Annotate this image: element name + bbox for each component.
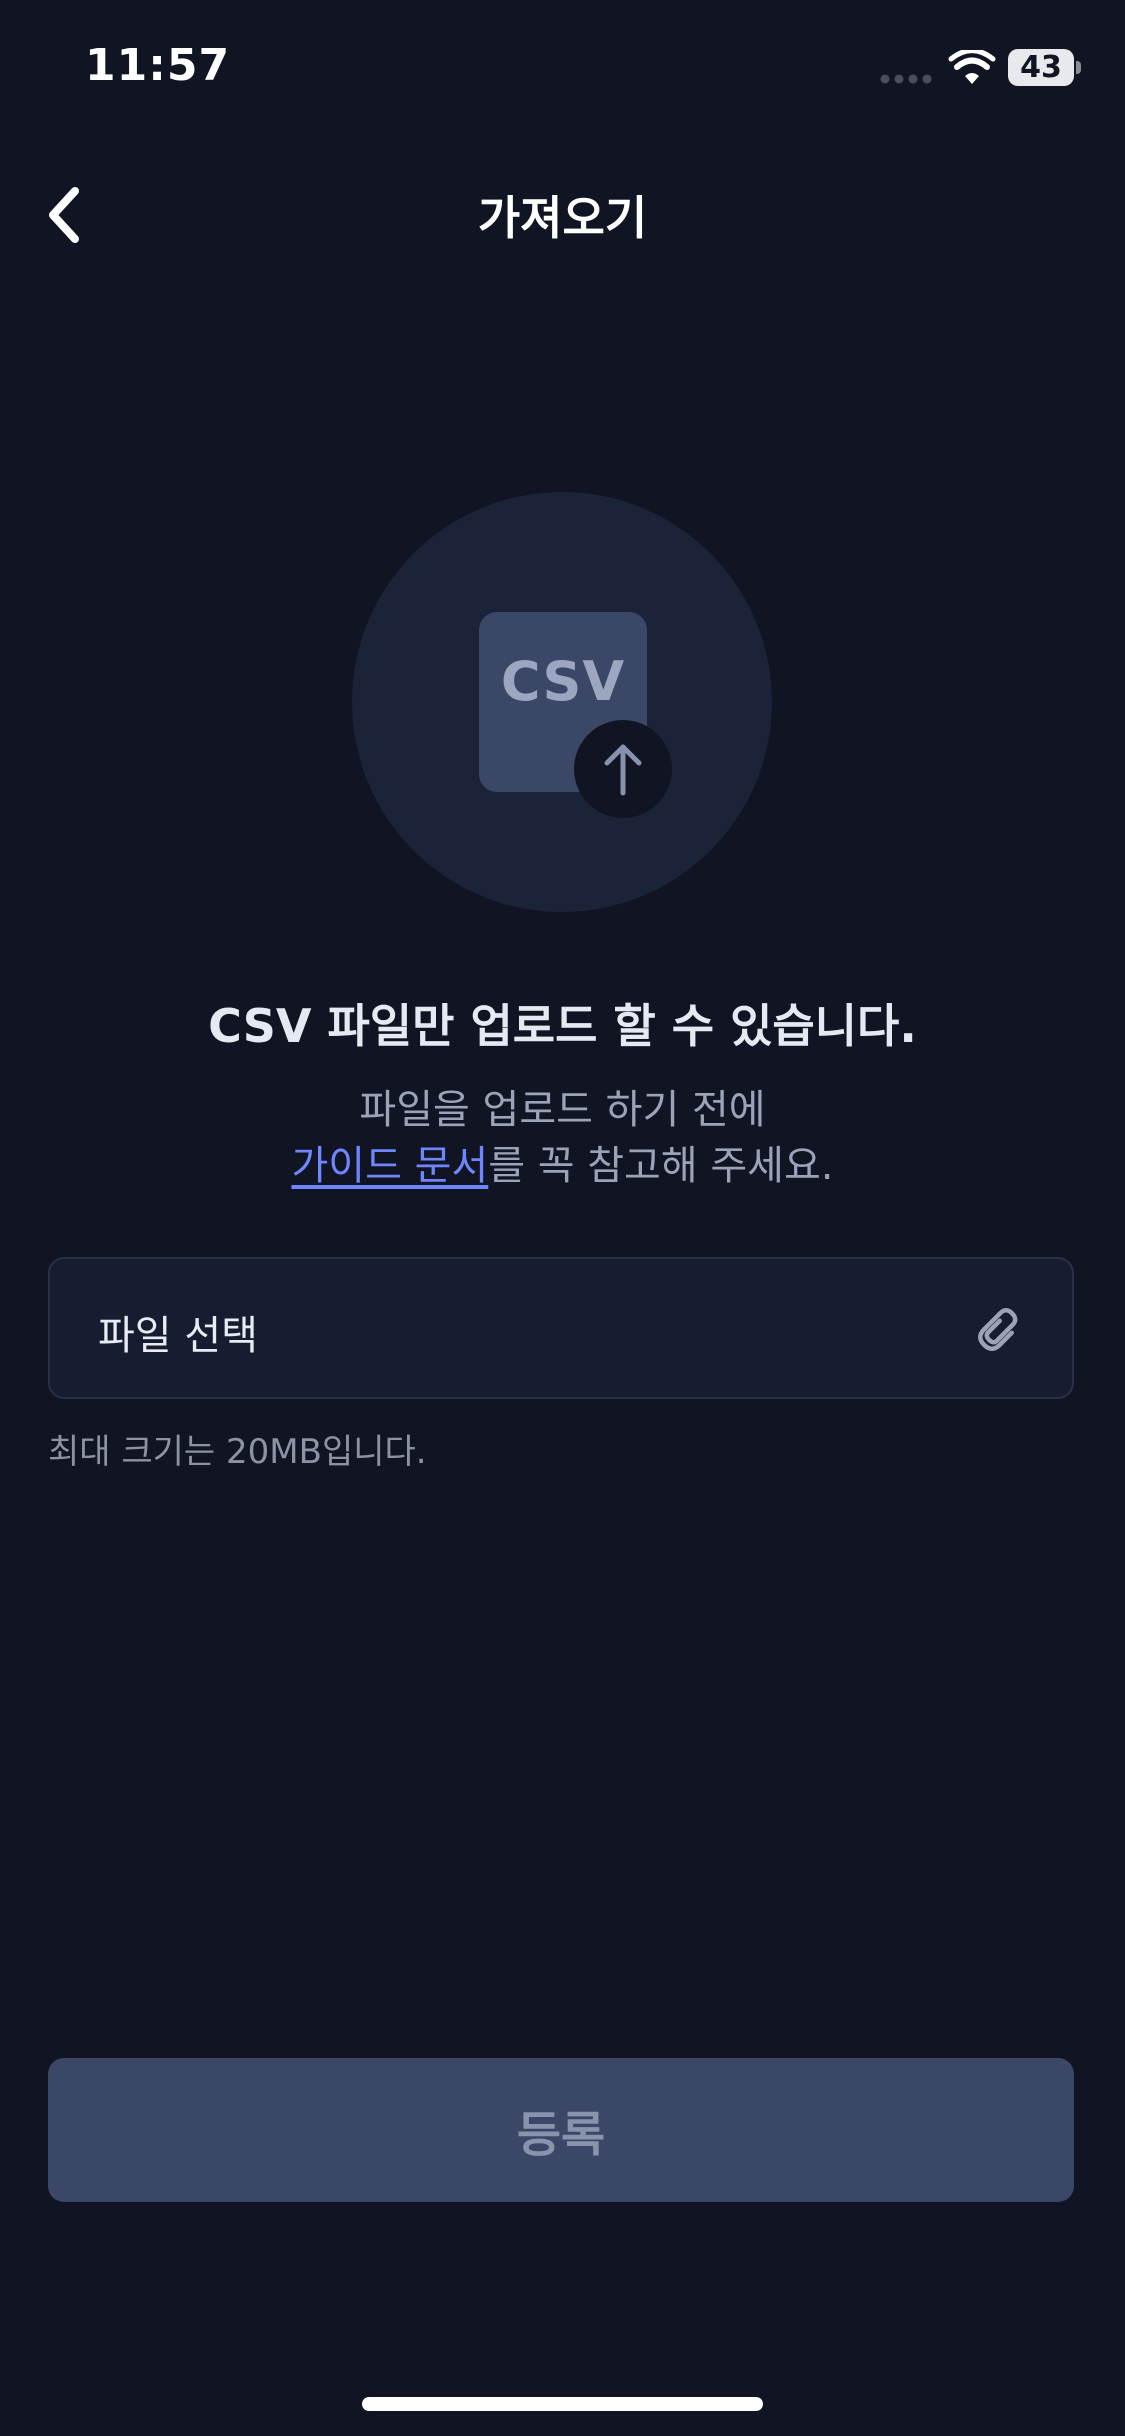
page-title: 가져오기 [477, 191, 648, 245]
file-select-field[interactable]: 파일 선택 [48, 1257, 1074, 1399]
status-time: 11:57 [85, 40, 231, 91]
arrow-up-icon [604, 744, 642, 796]
upload-badge [574, 720, 672, 818]
wifi-icon [948, 50, 996, 84]
description-suffix: 를 꼭 참고해 주세요. [488, 1143, 834, 1189]
status-bar: 11:57 43 [0, 0, 1125, 140]
csv-file-label: CSV [500, 650, 626, 713]
cellular-signal-icon [880, 74, 932, 84]
guide-document-link[interactable]: 가이드 문서 [292, 1143, 489, 1189]
paperclip-icon [978, 1308, 1018, 1351]
battery-indicator: 43 [1008, 49, 1074, 86]
upload-headline: CSV 파일만 업로드 할 수 있습니다. [208, 999, 917, 1053]
file-select-label: 파일 선택 [98, 1313, 258, 1359]
battery-nub [1076, 61, 1081, 74]
upload-description-line2: 가이드 문서를 꼭 참고해 주세요. [0, 1133, 1125, 1191]
battery-level: 43 [1020, 50, 1062, 85]
file-size-helper: 최대 크기는 20MB입니다. [48, 1432, 427, 1472]
submit-button[interactable]: 등록 [48, 2058, 1074, 2202]
upload-description-line1: 파일을 업로드 하기 전에 [359, 1087, 766, 1133]
home-indicator [362, 2397, 763, 2411]
